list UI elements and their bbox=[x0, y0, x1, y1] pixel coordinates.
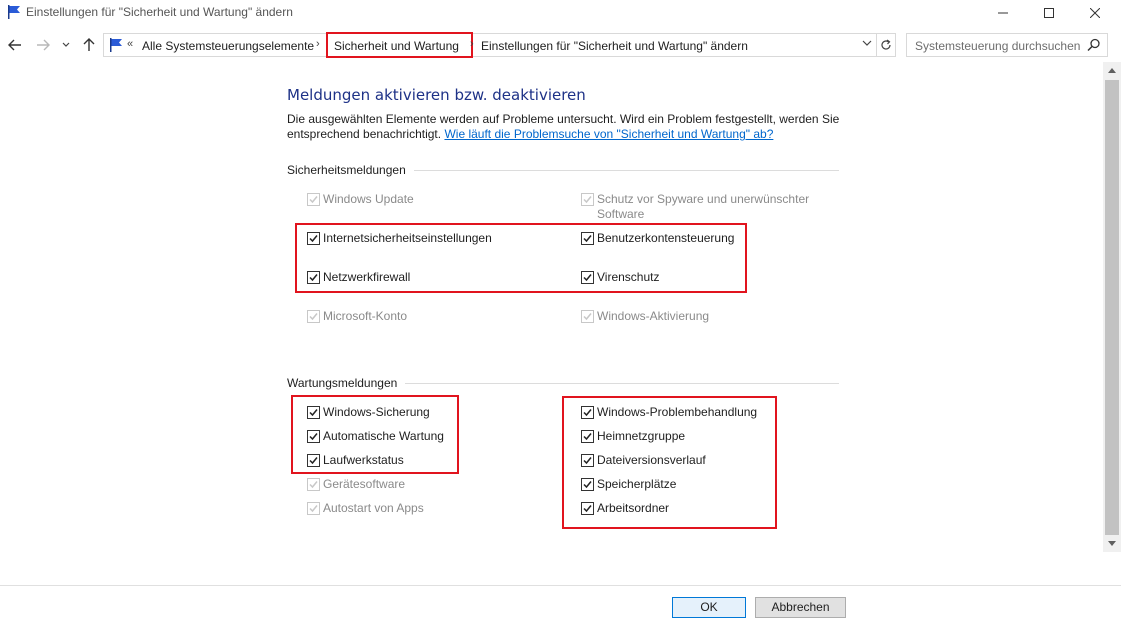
checkbox-box[interactable] bbox=[307, 454, 320, 467]
checkbox-box[interactable] bbox=[307, 310, 320, 323]
checkbox-box[interactable] bbox=[581, 430, 594, 443]
checkbox-box[interactable] bbox=[581, 271, 594, 284]
checkbox-box[interactable] bbox=[307, 271, 320, 284]
scrollbar-thumb[interactable] bbox=[1105, 80, 1119, 535]
checkbox-windows-update[interactable]: Windows Update bbox=[307, 192, 414, 207]
vertical-scrollbar[interactable] bbox=[1103, 62, 1121, 552]
checkbox-box[interactable] bbox=[307, 478, 320, 491]
cancel-button[interactable]: Abbrechen bbox=[755, 597, 846, 618]
section-label: Wartungsmeldungen bbox=[287, 376, 406, 390]
checkbox-windows-backup[interactable]: Windows-Sicherung bbox=[307, 405, 430, 420]
forward-arrow-icon[interactable] bbox=[32, 34, 54, 56]
checkbox-box[interactable] bbox=[581, 193, 594, 206]
close-button[interactable] bbox=[1072, 0, 1118, 26]
checkbox-label: Dateiversionsverlauf bbox=[597, 453, 706, 467]
back-arrow-icon[interactable] bbox=[4, 34, 26, 56]
ok-button[interactable]: OK bbox=[672, 597, 746, 618]
flag-icon bbox=[108, 37, 124, 53]
refresh-icon[interactable] bbox=[876, 33, 896, 57]
window-title: Einstellungen für "Sicherheit und Wartun… bbox=[26, 5, 293, 19]
checkbox-storage-spaces[interactable]: Speicherplätze bbox=[581, 477, 676, 492]
search-placeholder[interactable]: Systemsteuerung durchsuchen bbox=[915, 39, 1080, 53]
checkbox-label: Gerätesoftware bbox=[323, 477, 406, 491]
section-label: Sicherheitsmeldungen bbox=[287, 163, 414, 177]
maximize-button[interactable] bbox=[1026, 0, 1072, 26]
recent-locations-chevron-icon[interactable] bbox=[58, 34, 74, 56]
checkbox-startup-apps[interactable]: Autostart von Apps bbox=[307, 501, 424, 516]
checkbox-box[interactable] bbox=[307, 232, 320, 245]
checkbox-label: Automatische Wartung bbox=[323, 429, 444, 443]
checkbox-label: Virenschutz bbox=[597, 270, 660, 284]
checkbox-network-firewall[interactable]: Netzwerkfirewall bbox=[307, 270, 410, 285]
scroll-down-arrow-icon[interactable] bbox=[1103, 535, 1121, 552]
flag-icon bbox=[6, 4, 22, 20]
title-bar: Einstellungen für "Sicherheit und Wartun… bbox=[0, 0, 1121, 26]
checkbox-box[interactable] bbox=[307, 193, 320, 206]
checkbox-label: Speicherplätze bbox=[597, 477, 677, 491]
checkbox-drive-status[interactable]: Laufwerkstatus bbox=[307, 453, 404, 468]
checkbox-label: Benutzerkontensteuerung bbox=[597, 231, 735, 245]
address-dropdown-icon[interactable] bbox=[862, 38, 872, 50]
breadcrumb-separator[interactable]: › bbox=[316, 38, 320, 50]
checkbox-file-history[interactable]: Dateiversionsverlauf bbox=[581, 453, 706, 468]
checkbox-label: Microsoft-Konto bbox=[323, 309, 408, 323]
checkbox-box[interactable] bbox=[581, 232, 594, 245]
checkbox-box[interactable] bbox=[307, 430, 320, 443]
checkbox-label: Heimnetzgruppe bbox=[597, 429, 686, 443]
checkbox-spyware-protection[interactable]: Schutz vor Spyware und unerwünschter Sof… bbox=[581, 192, 821, 222]
checkbox-label: Internetsicherheitseinstellungen bbox=[323, 231, 492, 245]
checkbox-label: Windows Update bbox=[323, 192, 414, 206]
checkbox-box[interactable] bbox=[581, 502, 594, 515]
checkbox-box[interactable] bbox=[307, 406, 320, 419]
minimize-button[interactable] bbox=[980, 0, 1026, 26]
checkbox-label: Laufwerkstatus bbox=[323, 453, 404, 467]
checkbox-box[interactable] bbox=[307, 502, 320, 515]
checkbox-label: Netzwerkfirewall bbox=[323, 270, 411, 284]
checkbox-device-software[interactable]: Gerätesoftware bbox=[307, 477, 405, 492]
checkbox-label: Schutz vor Spyware und unerwünschter Sof… bbox=[597, 192, 810, 221]
footer-divider bbox=[0, 585, 1121, 586]
navigation-bar: « Alle Systemsteuerungselemente › Sicher… bbox=[0, 30, 1121, 60]
breadcrumb-all-control-panel-items[interactable]: Alle Systemsteuerungselemente bbox=[142, 39, 314, 53]
checkbox-work-folders[interactable]: Arbeitsordner bbox=[581, 501, 669, 516]
breadcrumb-current-page[interactable]: Einstellungen für "Sicherheit und Wartun… bbox=[481, 39, 748, 53]
address-bar[interactable]: « Alle Systemsteuerungselemente › Sicher… bbox=[103, 32, 877, 58]
checkbox-user-account-control[interactable]: Benutzerkontensteuerung bbox=[581, 231, 734, 246]
breadcrumb-overflow[interactable]: « bbox=[127, 38, 133, 50]
checkbox-label: Arbeitsordner bbox=[597, 501, 670, 515]
checkbox-windows-activation[interactable]: Windows-Aktivierung bbox=[581, 309, 709, 324]
help-link[interactable]: Wie läuft die Problemsuche von "Sicherhe… bbox=[444, 127, 773, 141]
breadcrumb-separator[interactable]: › bbox=[470, 38, 474, 50]
checkbox-label: Autostart von Apps bbox=[323, 501, 424, 515]
checkbox-internet-security[interactable]: Internetsicherheitseinstellungen bbox=[307, 231, 492, 246]
checkbox-box[interactable] bbox=[581, 310, 594, 323]
checkbox-box[interactable] bbox=[581, 406, 594, 419]
breadcrumb-security-and-maintenance[interactable]: Sicherheit und Wartung bbox=[326, 32, 473, 58]
checkbox-virus-protection[interactable]: Virenschutz bbox=[581, 270, 659, 285]
search-box[interactable]: Systemsteuerung durchsuchen bbox=[906, 33, 1108, 57]
scroll-up-arrow-icon[interactable] bbox=[1103, 62, 1121, 79]
page-title: Meldungen aktivieren bzw. deaktivieren bbox=[287, 86, 586, 104]
maintenance-section-header: Wartungsmeldungen bbox=[287, 376, 839, 390]
checkbox-homegroup[interactable]: Heimnetzgruppe bbox=[581, 429, 685, 444]
up-arrow-icon[interactable] bbox=[78, 34, 100, 56]
security-section-header: Sicherheitsmeldungen bbox=[287, 163, 839, 177]
checkbox-label: Windows-Aktivierung bbox=[597, 309, 710, 323]
checkbox-label: Windows-Sicherung bbox=[323, 405, 430, 419]
checkbox-windows-troubleshooting[interactable]: Windows-Problembehandlung bbox=[581, 405, 757, 420]
checkbox-box[interactable] bbox=[581, 454, 594, 467]
page-description: Die ausgewählten Elemente werden auf Pro… bbox=[287, 112, 847, 142]
search-icon[interactable] bbox=[1087, 38, 1101, 52]
checkbox-label: Windows-Problembehandlung bbox=[597, 405, 758, 419]
checkbox-box[interactable] bbox=[581, 478, 594, 491]
checkbox-microsoft-account[interactable]: Microsoft-Konto bbox=[307, 309, 407, 324]
checkbox-automatic-maintenance[interactable]: Automatische Wartung bbox=[307, 429, 444, 444]
